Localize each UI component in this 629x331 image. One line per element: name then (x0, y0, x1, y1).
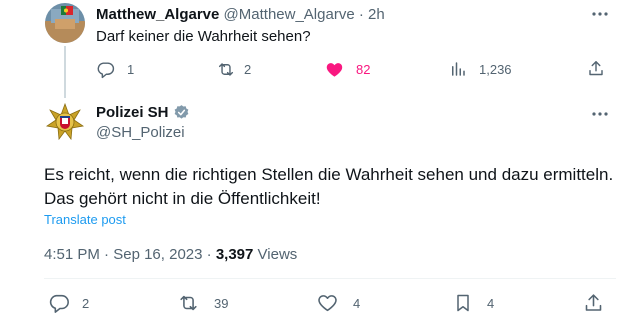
main-tweet-text-line: Das gehört nicht in die Öffentlichkeit! (44, 189, 321, 208)
tweet-time[interactable]: 4:51 PM (44, 246, 100, 263)
police-star-logo (45, 102, 85, 142)
verified-badge-icon[interactable] (173, 104, 190, 121)
bookmark-count: 4 (487, 295, 495, 311)
thread-connector-line (64, 46, 66, 98)
reply-retweet-button[interactable]: 2 (216, 60, 251, 79)
views-label: Views (257, 246, 298, 263)
heart-outline-icon (318, 295, 337, 312)
meta-separator: · (104, 246, 110, 263)
more-dots-icon (592, 12, 608, 16)
share-icon (589, 61, 603, 76)
bookmark-icon (457, 294, 469, 312)
meta-separator: · (206, 246, 212, 263)
reply-more-options-button[interactable] (590, 4, 610, 29)
main-tweet-text-line: Es reicht, wenn die richtigen Stellen di… (44, 165, 614, 184)
main-author-name[interactable]: Polizei SH (96, 104, 169, 121)
reply-share-button[interactable] (587, 59, 605, 78)
main-reply-button[interactable]: 2 (48, 292, 89, 314)
views-count: 3,397 (215, 246, 254, 263)
reply-like-button[interactable]: 82 (325, 60, 370, 79)
reply-author-handle[interactable]: @Matthew_Algarve (224, 6, 355, 23)
reply-timestamp[interactable]: 2h (368, 6, 385, 23)
like-count: 4 (353, 295, 361, 311)
share-icon (585, 294, 602, 311)
main-author-row: Polizei SH (96, 104, 190, 121)
avatar[interactable] (45, 102, 85, 142)
translate-post-link[interactable]: Translate post (44, 212, 126, 227)
reply-tweet-text: Darf keiner die Wahrheit sehen? (96, 28, 311, 45)
retweet-icon (218, 63, 234, 76)
like-count: 82 (356, 62, 371, 77)
reply-icon (97, 62, 115, 79)
heart-filled-icon (326, 63, 343, 77)
reply-dot-separator: · (358, 6, 364, 23)
main-retweet-button[interactable]: 39 (177, 292, 228, 314)
reply-count: 2 (82, 295, 90, 311)
retweet-count: 2 (244, 62, 252, 77)
main-author-handle[interactable]: @SH_Polizei (96, 124, 185, 141)
main-more-options-button[interactable] (590, 104, 610, 129)
avatar[interactable] (45, 3, 85, 43)
tweet-metadata: 4:51 PM · Sep 16, 2023 · 3,397 Views (44, 246, 297, 263)
divider (44, 278, 616, 279)
main-tweet-text: Es reicht, wenn die richtigen Stellen di… (44, 163, 624, 211)
retweet-icon (180, 295, 197, 311)
main-bookmark-button[interactable]: 4 (453, 292, 494, 314)
main-like-button[interactable]: 4 (316, 292, 360, 314)
reply-reply-button[interactable]: 1 (96, 60, 134, 79)
main-share-button[interactable] (583, 292, 604, 314)
retweet-count: 39 (214, 295, 229, 311)
reply-views-button[interactable]: 1,236 (449, 60, 512, 78)
tweet-date[interactable]: Sep 16, 2023 (113, 246, 202, 263)
reply-count: 1 (127, 62, 135, 77)
reply-tweet-header: Matthew_Algarve @Matthew_Algarve · 2h (96, 6, 385, 23)
views-count: 1,236 (479, 61, 512, 77)
reply-author-name[interactable]: Matthew_Algarve (96, 6, 219, 23)
reply-icon (49, 294, 69, 313)
views-chart-icon (452, 62, 465, 76)
more-dots-icon (592, 112, 608, 116)
